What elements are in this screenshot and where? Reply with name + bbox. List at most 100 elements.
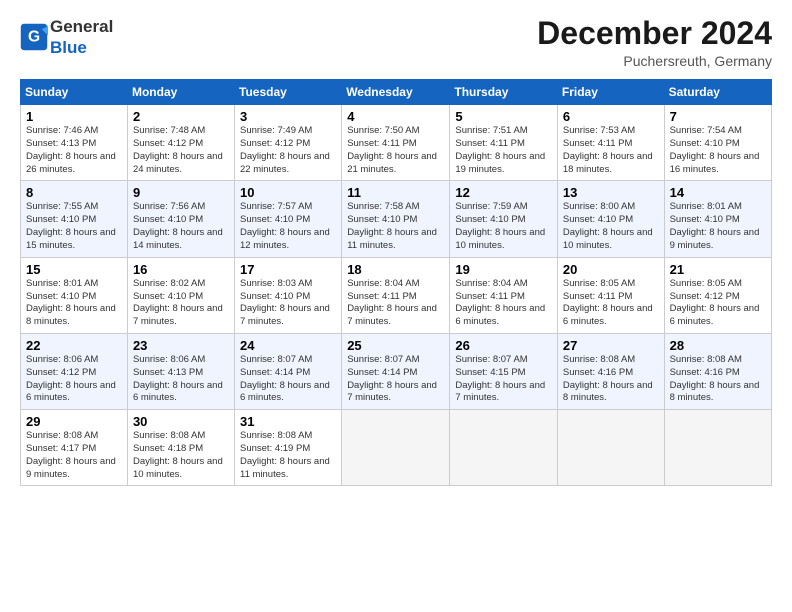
calendar-cell [450,410,558,486]
weekday-header-thursday: Thursday [450,80,558,105]
calendar-cell: 14Sunrise: 8:01 AMSunset: 4:10 PMDayligh… [664,181,771,257]
day-info: Sunrise: 7:53 AMSunset: 4:11 PMDaylight:… [563,125,659,176]
day-info: Sunrise: 7:56 AMSunset: 4:10 PMDaylight:… [133,201,229,252]
day-number: 16 [133,262,229,277]
calendar-header: SundayMondayTuesdayWednesdayThursdayFrid… [21,80,772,105]
logo: G General Blue [20,16,113,58]
day-number: 22 [26,338,122,353]
calendar-cell: 1Sunrise: 7:46 AMSunset: 4:13 PMDaylight… [21,105,128,181]
day-info: Sunrise: 8:08 AMSunset: 4:16 PMDaylight:… [670,354,766,405]
calendar-week-5: 29Sunrise: 8:08 AMSunset: 4:17 PMDayligh… [21,410,772,486]
day-number: 28 [670,338,766,353]
day-number: 18 [347,262,444,277]
calendar-cell: 18Sunrise: 8:04 AMSunset: 4:11 PMDayligh… [342,257,450,333]
svg-text:G: G [28,29,40,46]
weekday-header-saturday: Saturday [664,80,771,105]
day-number: 24 [240,338,336,353]
calendar-cell: 16Sunrise: 8:02 AMSunset: 4:10 PMDayligh… [127,257,234,333]
day-number: 20 [563,262,659,277]
calendar-cell: 17Sunrise: 8:03 AMSunset: 4:10 PMDayligh… [235,257,342,333]
day-number: 26 [455,338,552,353]
day-info: Sunrise: 8:08 AMSunset: 4:16 PMDaylight:… [563,354,659,405]
day-number: 30 [133,414,229,429]
day-number: 31 [240,414,336,429]
calendar-week-3: 15Sunrise: 8:01 AMSunset: 4:10 PMDayligh… [21,257,772,333]
calendar-cell: 27Sunrise: 8:08 AMSunset: 4:16 PMDayligh… [557,333,664,409]
title-block: December 2024 Puchersreuth, Germany [537,16,772,69]
day-number: 15 [26,262,122,277]
calendar-cell: 8Sunrise: 7:55 AMSunset: 4:10 PMDaylight… [21,181,128,257]
logo-icon: G [20,23,48,51]
day-info: Sunrise: 8:04 AMSunset: 4:11 PMDaylight:… [347,278,444,329]
header: G General Blue December 2024 Puchersreut… [20,16,772,69]
day-info: Sunrise: 8:03 AMSunset: 4:10 PMDaylight:… [240,278,336,329]
day-info: Sunrise: 8:01 AMSunset: 4:10 PMDaylight:… [26,278,122,329]
day-number: 12 [455,185,552,200]
calendar-cell: 30Sunrise: 8:08 AMSunset: 4:18 PMDayligh… [127,410,234,486]
day-number: 21 [670,262,766,277]
calendar-cell: 19Sunrise: 8:04 AMSunset: 4:11 PMDayligh… [450,257,558,333]
calendar-cell: 31Sunrise: 8:08 AMSunset: 4:19 PMDayligh… [235,410,342,486]
weekday-header-sunday: Sunday [21,80,128,105]
day-info: Sunrise: 7:58 AMSunset: 4:10 PMDaylight:… [347,201,444,252]
day-number: 5 [455,109,552,124]
day-number: 29 [26,414,122,429]
calendar-cell: 24Sunrise: 8:07 AMSunset: 4:14 PMDayligh… [235,333,342,409]
weekday-header-monday: Monday [127,80,234,105]
day-number: 6 [563,109,659,124]
day-info: Sunrise: 8:02 AMSunset: 4:10 PMDaylight:… [133,278,229,329]
calendar-cell: 7Sunrise: 7:54 AMSunset: 4:10 PMDaylight… [664,105,771,181]
day-number: 14 [670,185,766,200]
day-number: 11 [347,185,444,200]
day-info: Sunrise: 8:05 AMSunset: 4:12 PMDaylight:… [670,278,766,329]
day-info: Sunrise: 8:06 AMSunset: 4:12 PMDaylight:… [26,354,122,405]
calendar-week-2: 8Sunrise: 7:55 AMSunset: 4:10 PMDaylight… [21,181,772,257]
calendar-cell: 13Sunrise: 8:00 AMSunset: 4:10 PMDayligh… [557,181,664,257]
calendar-cell: 23Sunrise: 8:06 AMSunset: 4:13 PMDayligh… [127,333,234,409]
calendar-cell: 4Sunrise: 7:50 AMSunset: 4:11 PMDaylight… [342,105,450,181]
weekday-header-wednesday: Wednesday [342,80,450,105]
day-number: 23 [133,338,229,353]
calendar-cell [664,410,771,486]
day-info: Sunrise: 7:59 AMSunset: 4:10 PMDaylight:… [455,201,552,252]
logo-general: General [50,17,113,36]
day-info: Sunrise: 8:08 AMSunset: 4:17 PMDaylight:… [26,430,122,481]
calendar-cell [557,410,664,486]
calendar-cell: 2Sunrise: 7:48 AMSunset: 4:12 PMDaylight… [127,105,234,181]
calendar-week-1: 1Sunrise: 7:46 AMSunset: 4:13 PMDaylight… [21,105,772,181]
day-info: Sunrise: 7:50 AMSunset: 4:11 PMDaylight:… [347,125,444,176]
day-number: 19 [455,262,552,277]
day-info: Sunrise: 8:06 AMSunset: 4:13 PMDaylight:… [133,354,229,405]
logo-text: General Blue [50,16,113,58]
day-info: Sunrise: 8:01 AMSunset: 4:10 PMDaylight:… [670,201,766,252]
day-number: 1 [26,109,122,124]
day-info: Sunrise: 7:55 AMSunset: 4:10 PMDaylight:… [26,201,122,252]
day-info: Sunrise: 8:08 AMSunset: 4:19 PMDaylight:… [240,430,336,481]
day-info: Sunrise: 7:51 AMSunset: 4:11 PMDaylight:… [455,125,552,176]
day-number: 17 [240,262,336,277]
day-number: 13 [563,185,659,200]
calendar: SundayMondayTuesdayWednesdayThursdayFrid… [20,79,772,486]
calendar-cell: 15Sunrise: 8:01 AMSunset: 4:10 PMDayligh… [21,257,128,333]
calendar-cell [342,410,450,486]
weekday-header-tuesday: Tuesday [235,80,342,105]
day-number: 9 [133,185,229,200]
calendar-cell: 11Sunrise: 7:58 AMSunset: 4:10 PMDayligh… [342,181,450,257]
logo-blue: Blue [50,38,87,57]
calendar-cell: 6Sunrise: 7:53 AMSunset: 4:11 PMDaylight… [557,105,664,181]
calendar-cell: 26Sunrise: 8:07 AMSunset: 4:15 PMDayligh… [450,333,558,409]
day-info: Sunrise: 8:07 AMSunset: 4:14 PMDaylight:… [240,354,336,405]
calendar-cell: 12Sunrise: 7:59 AMSunset: 4:10 PMDayligh… [450,181,558,257]
calendar-week-4: 22Sunrise: 8:06 AMSunset: 4:12 PMDayligh… [21,333,772,409]
day-number: 10 [240,185,336,200]
day-number: 4 [347,109,444,124]
calendar-cell: 20Sunrise: 8:05 AMSunset: 4:11 PMDayligh… [557,257,664,333]
calendar-cell: 10Sunrise: 7:57 AMSunset: 4:10 PMDayligh… [235,181,342,257]
day-info: Sunrise: 7:46 AMSunset: 4:13 PMDaylight:… [26,125,122,176]
day-number: 27 [563,338,659,353]
day-number: 25 [347,338,444,353]
calendar-cell: 9Sunrise: 7:56 AMSunset: 4:10 PMDaylight… [127,181,234,257]
location: Puchersreuth, Germany [537,53,772,69]
calendar-cell: 5Sunrise: 7:51 AMSunset: 4:11 PMDaylight… [450,105,558,181]
page: G General Blue December 2024 Puchersreut… [0,0,792,496]
